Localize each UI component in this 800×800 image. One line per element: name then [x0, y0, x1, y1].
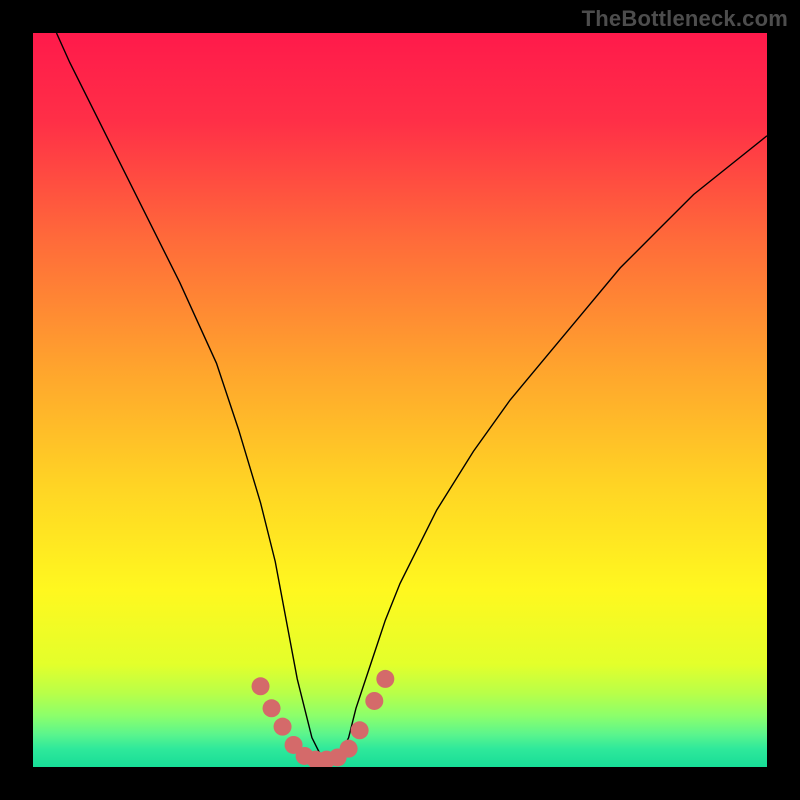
gradient-background [33, 33, 767, 767]
watermark-text: TheBottleneck.com [582, 6, 788, 32]
marker-dot [351, 721, 369, 739]
marker-dot [376, 670, 394, 688]
marker-dot [263, 699, 281, 717]
marker-dot [252, 677, 270, 695]
marker-dot [274, 718, 292, 736]
marker-dot [365, 692, 383, 710]
chart-svg [33, 33, 767, 767]
marker-dot [340, 740, 358, 758]
chart-container: TheBottleneck.com [0, 0, 800, 800]
plot-area [33, 33, 767, 767]
